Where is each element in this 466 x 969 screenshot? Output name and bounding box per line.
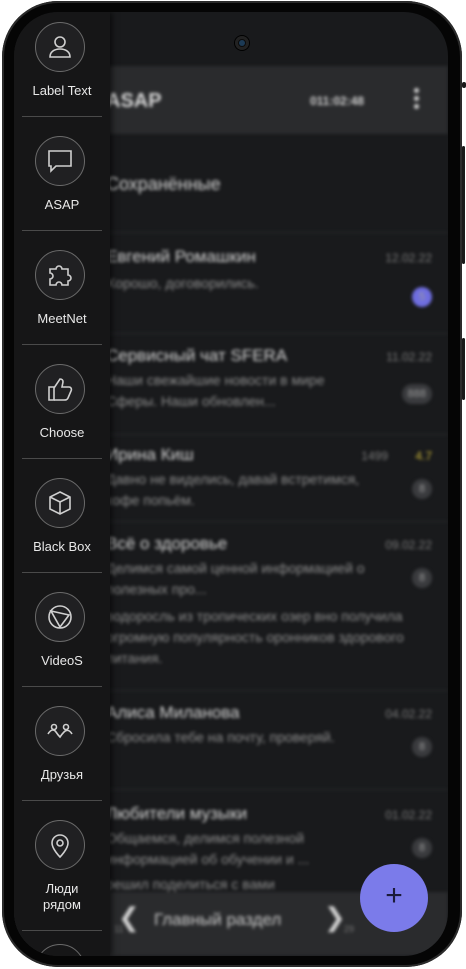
sidebar-item-label: Друзья [40, 767, 84, 782]
rating: 4.7 [415, 449, 432, 463]
sidebar-item-friends[interactable]: Друзья [14, 696, 110, 810]
chat-date: 11.02.22 [386, 350, 432, 364]
chat-name: Евгений Ромашкин [106, 247, 256, 266]
unread-badge: 8 [412, 479, 432, 499]
location-pin-icon [35, 820, 85, 870]
chevron-right-icon[interactable]: ❯ [324, 902, 346, 933]
chat-name: Сервисный чат SFERA [106, 346, 288, 365]
right-section-number: 29 [344, 924, 355, 934]
sidebar-item-label: Label Text [32, 83, 92, 98]
sidebar-item-asap[interactable]: ASAP [14, 126, 110, 240]
sidebar-item-meetnet[interactable]: MeetNet [14, 240, 110, 354]
friends-icon [35, 706, 85, 756]
unread-badge: 8 [412, 737, 432, 757]
sidebar-item-label: Choose [39, 425, 85, 440]
sidebar-item-label-text[interactable]: Label Text [14, 12, 110, 126]
app-launcher-sidebar: Label Text ASAP MeetNet Choose Black Box… [14, 12, 110, 956]
chat-message: Хорошо, договорились. [106, 275, 259, 291]
divider [22, 116, 102, 117]
sidebar-item-label: Black Box [33, 539, 91, 554]
chat-bubble-icon [35, 136, 85, 186]
front-camera [235, 36, 249, 50]
cube-icon [35, 478, 85, 528]
section-title: Главный раздел [154, 910, 282, 929]
user-icon [35, 22, 85, 72]
divider [22, 572, 102, 573]
unread-badge: 5 [412, 287, 432, 307]
screen: ASAP 011:02:48 Сохранённые Евгений Ромаш… [14, 12, 448, 956]
divider [22, 930, 102, 931]
thumbs-up-icon [35, 364, 85, 414]
volume-button [462, 146, 465, 264]
divider [22, 458, 102, 459]
chat-message: Давно не виделись, давай встретимся, коф… [106, 471, 360, 508]
app-title: ASAP [106, 90, 162, 112]
sidebar-item-label: ASAP [44, 197, 80, 212]
sidebar-item-people-nearby[interactable]: Люди рядом [14, 810, 110, 924]
sidebar-item-partial[interactable] [35, 944, 85, 956]
sidebar-item-videos[interactable]: VideoS [14, 582, 110, 696]
unread-badge: 8 [412, 838, 432, 858]
chat-name: Ирина Киш [106, 445, 194, 464]
unread-badge: 888 [401, 384, 432, 404]
member-count: 1499 [361, 449, 388, 463]
chat-date: 12.02.22 [385, 251, 432, 265]
chat-message: Сбросила тебе на почту, проверяй. [106, 729, 335, 745]
chat-message: Делимся самой ценной информацией о полез… [106, 560, 365, 597]
side-button [462, 82, 466, 88]
chat-date: 04.02.22 [385, 707, 432, 721]
chat-date: 09.02.22 [385, 538, 432, 552]
chat-date: 01.02.22 [385, 808, 432, 822]
sidebar-item-label: MeetNet [37, 311, 87, 326]
sidebar-item-choose[interactable]: Choose [14, 354, 110, 468]
saved-messages-label: Сохранённые [106, 174, 221, 194]
power-button [462, 338, 465, 400]
chat-message: Наши свежайшие новости в мире Сферы. Наш… [106, 372, 325, 409]
video-logo-icon [35, 592, 85, 642]
divider [22, 800, 102, 801]
divider [22, 344, 102, 345]
chat-message: Общаемся, делимся полезной информацией о… [106, 830, 310, 867]
chat-name: Всё о здоровье [106, 534, 228, 553]
left-section-number: 11 [114, 924, 124, 934]
sidebar-item-black-box[interactable]: Black Box [14, 468, 110, 582]
divider [22, 686, 102, 687]
more-icon[interactable] [414, 88, 420, 112]
session-timer: 011:02:48 [310, 94, 365, 108]
add-button[interactable]: + [360, 864, 428, 932]
divider [22, 230, 102, 231]
puzzle-icon [35, 250, 85, 300]
unread-badge: 8 [412, 568, 432, 588]
chat-name: Алиса Миланова [106, 703, 240, 722]
chat-name: Любители музыки [106, 804, 248, 823]
sidebar-item-label: VideoS [41, 653, 83, 668]
chat-preview-text: водоросль из тропических озер вно получи… [106, 608, 404, 666]
sidebar-item-label: Люди рядом [43, 881, 81, 912]
